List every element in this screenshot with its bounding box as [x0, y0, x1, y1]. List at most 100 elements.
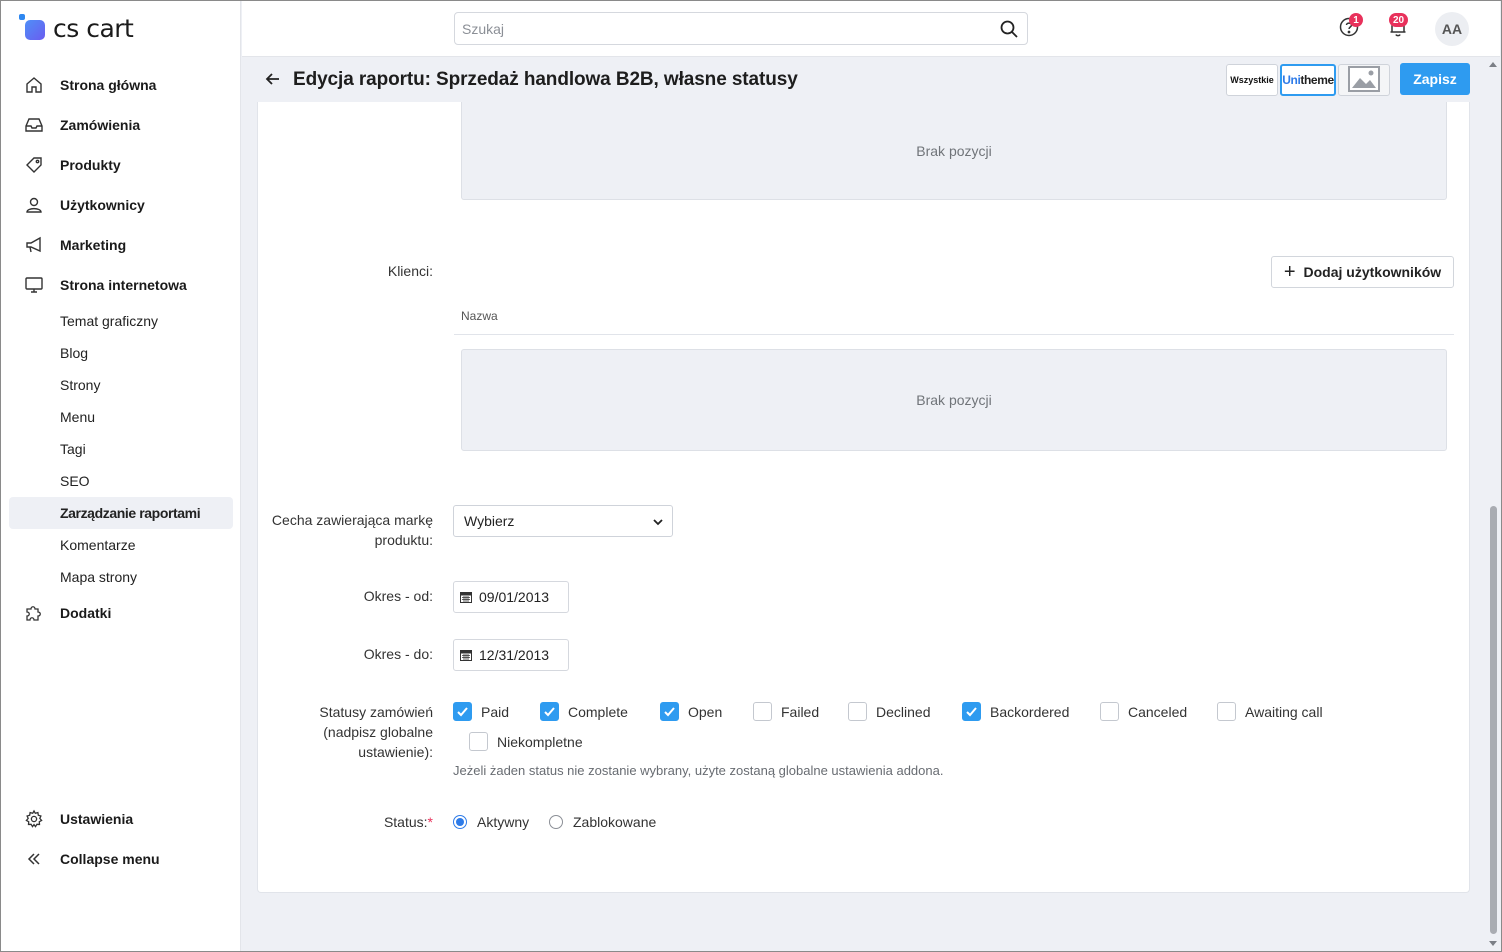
collapse-menu-button[interactable]: Collapse menu [1, 839, 241, 879]
period-from-field[interactable]: 09/01/2013 [453, 581, 569, 613]
collapse-menu-label: Collapse menu [60, 851, 160, 867]
status-checkbox-paid[interactable]: Paid [453, 702, 509, 721]
sidebar-item-website[interactable]: Strona internetowa [1, 265, 241, 305]
megaphone-icon [23, 234, 45, 256]
help-badge: 1 [1349, 13, 1363, 27]
status-label-text: Status: [383, 814, 428, 830]
unitheme-suffix: theme [1300, 73, 1334, 87]
name-column-header: Nazwa [461, 309, 498, 323]
search-icon[interactable] [991, 19, 1027, 39]
period-to-value: 12/31/2013 [479, 647, 550, 663]
sidebar-item-home[interactable]: Strona główna [1, 65, 241, 105]
checkbox-checked-icon [660, 702, 679, 721]
checkbox-empty-icon [1217, 702, 1236, 721]
avatar[interactable]: AA [1435, 12, 1469, 46]
status-label: Paid [481, 703, 510, 720]
sidebar-subitem-comments[interactable]: Komentarze [1, 529, 241, 561]
sidebar-subitem-report-management[interactable]: Zarządzanie raportami [9, 497, 233, 529]
status-radio-blocked[interactable]: Zablokowane [549, 814, 656, 830]
cs-cart-logo[interactable]: cs cart [19, 13, 134, 43]
status-checkbox-incomplete[interactable]: Niekompletne [469, 732, 583, 751]
unitheme-button[interactable]: Uni theme [1280, 64, 1336, 96]
sidebar-subitem-seo[interactable]: SEO [1, 465, 241, 497]
notifications-button[interactable]: 20 [1385, 13, 1411, 41]
user-icon [23, 194, 45, 216]
status-checkbox-canceled[interactable]: Canceled [1100, 702, 1187, 721]
period-to-field[interactable]: 12/31/2013 [453, 639, 569, 671]
sidebar-subitem-menu[interactable]: Menu [1, 401, 241, 433]
sidebar-item-orders[interactable]: Zamówienia [1, 105, 241, 145]
sidebar-bottom: Ustawienia Collapse menu [1, 799, 241, 879]
divider [454, 334, 1454, 335]
page-scrollbar[interactable] [1486, 58, 1500, 950]
home-icon [23, 74, 45, 96]
status-label: Backordered [990, 703, 1070, 720]
status-label: Status:* [384, 812, 433, 832]
calendar-icon [460, 591, 472, 603]
checkbox-empty-icon [848, 702, 867, 721]
add-users-label: Dodaj użytkowników [1303, 264, 1442, 280]
status-checkbox-complete[interactable]: Complete [540, 702, 628, 721]
empty-list-box: Brak pozycji [461, 102, 1447, 200]
sidebar-item-settings[interactable]: Ustawienia [1, 799, 241, 839]
clients-label: Klienci: [387, 263, 433, 279]
sidebar-subitem-sitemap[interactable]: Mapa strony [1, 561, 241, 593]
status-checkbox-failed[interactable]: Failed [753, 702, 819, 721]
save-button[interactable]: Zapisz [1400, 63, 1470, 95]
statuses-hint: Jeżeli żaden status nie zostanie wybrany… [453, 763, 944, 778]
required-mark: * [427, 814, 433, 830]
radio-selected-icon [453, 815, 467, 829]
help-button[interactable]: 1 [1336, 13, 1363, 41]
sidebar-item-label: Strona główna [60, 77, 157, 93]
report-form: Brak pozycji Klienci: + Dodaj użytkownik… [257, 102, 1470, 893]
sidebar-item-addons[interactable]: Dodatki [1, 593, 241, 633]
sidebar-subitem-theme[interactable]: Temat graficzny [1, 305, 241, 337]
status-checkbox-backordered[interactable]: Backordered [962, 702, 1069, 721]
calendar-icon [460, 649, 472, 661]
logo-text: cs cart [53, 13, 134, 43]
sidebar-item-marketing[interactable]: Marketing [1, 225, 241, 265]
brand-feature-select[interactable]: Wybierz [453, 505, 673, 537]
checkbox-empty-icon [753, 702, 772, 721]
page-title: Edycja raportu: Sprzedaż handlowa B2B, w… [293, 69, 798, 90]
status-radio-active[interactable]: Aktywny [453, 814, 529, 830]
search-box [454, 12, 1028, 45]
radio-label: Aktywny [477, 814, 530, 830]
sidebar-subitem-pages[interactable]: Strony [1, 369, 241, 401]
checkbox-empty-icon [1100, 702, 1119, 721]
sidebar-item-users[interactable]: Użytkownicy [1, 185, 241, 225]
status-checkbox-open[interactable]: Open [660, 702, 722, 721]
status-checkbox-declined[interactable]: Declined [848, 702, 930, 721]
plus-icon: + [1283, 261, 1296, 283]
image-icon [1348, 65, 1380, 95]
checkbox-empty-icon [469, 732, 488, 751]
sidebar-item-label: Użytkownicy [60, 197, 145, 213]
status-label: Awaiting call [1245, 703, 1323, 720]
storefront-all-button[interactable]: Wszystkie [1226, 64, 1278, 96]
sidebar-item-products[interactable]: Produkty [1, 145, 241, 185]
back-arrow-icon[interactable] [262, 68, 284, 90]
scroll-down-arrow-icon[interactable] [1489, 941, 1497, 946]
clients-empty-box: Brak pozycji [461, 349, 1447, 451]
order-statuses-label: Statusy zamówień (nadpisz globalne ustaw… [319, 704, 433, 760]
sidebar-item-label: Dodatki [60, 605, 112, 621]
sidebar-subitem-blog[interactable]: Blog [1, 337, 241, 369]
monitor-icon [23, 274, 45, 296]
status-checkbox-awaiting-call[interactable]: Awaiting call [1217, 702, 1323, 721]
topbar: 1 20 AA [242, 1, 1500, 57]
chevron-down-icon [652, 515, 664, 531]
sidebar-subitem-tags[interactable]: Tagi [1, 433, 241, 465]
sidebar-item-label: Ustawienia [60, 811, 134, 827]
sidebar-item-label: Marketing [60, 237, 127, 253]
notifications-badge: 20 [1389, 13, 1409, 27]
add-users-button[interactable]: + Dodaj użytkowników [1271, 256, 1454, 288]
status-label: Declined [876, 703, 931, 720]
sidebar-item-label: Strona internetowa [60, 277, 187, 293]
scrollbar-thumb[interactable] [1490, 506, 1497, 934]
scroll-up-arrow-icon[interactable] [1489, 62, 1497, 67]
checkbox-checked-icon [453, 702, 472, 721]
image-placeholder-button[interactable] [1338, 64, 1390, 96]
search-input[interactable] [455, 20, 991, 37]
brand-feature-value: Wybierz [464, 513, 515, 529]
status-label: Niekompletne [497, 733, 583, 750]
